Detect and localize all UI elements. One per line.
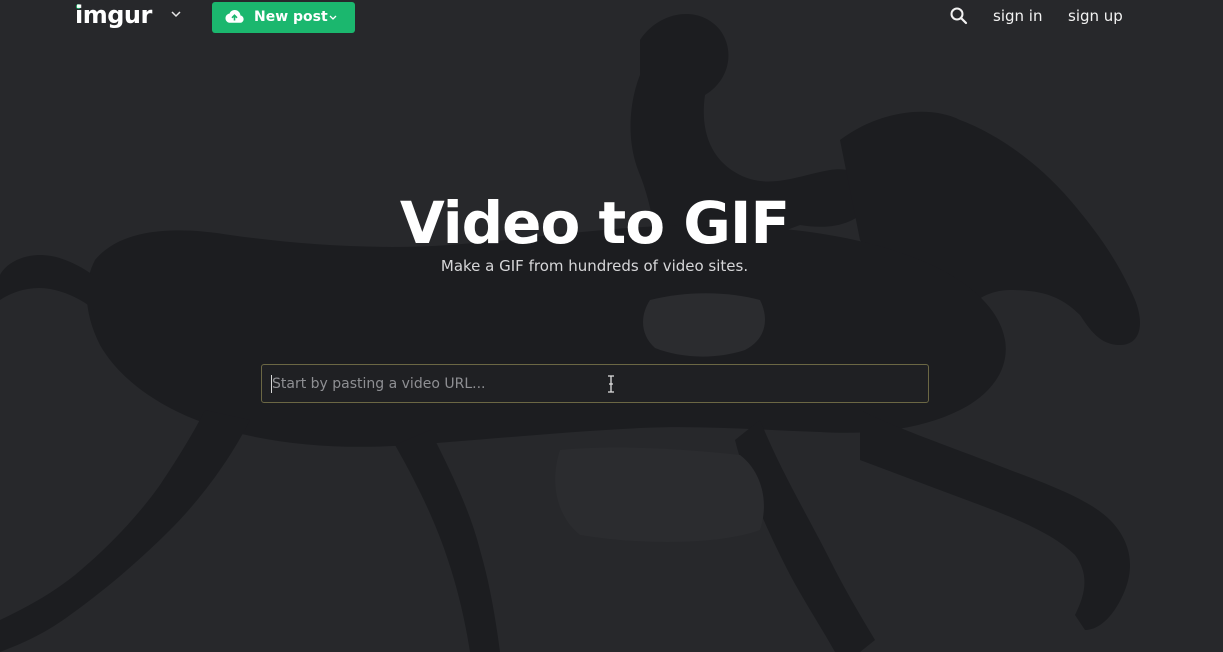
chevron-down-icon[interactable] — [170, 8, 182, 20]
search-icon[interactable] — [949, 6, 969, 26]
sign-up-link[interactable]: sign up — [1068, 6, 1123, 26]
sign-in-link[interactable]: sign in — [993, 6, 1042, 26]
imgur-logo[interactable]: imgur — [75, 0, 152, 30]
new-post-label: New post — [254, 9, 328, 25]
page-title: Video to GIF — [399, 189, 790, 257]
horse-silhouette-background — [0, 0, 1223, 652]
chevron-down-icon — [329, 15, 337, 20]
cloud-upload-icon — [225, 10, 244, 23]
ibeam-cursor-icon — [608, 375, 614, 393]
top-navigation-bar: imgur New post sign in sign up — [0, 0, 1223, 36]
text-cursor — [271, 375, 272, 393]
page-subtitle: Make a GIF from hundreds of video sites. — [440, 257, 749, 275]
video-to-gif-page: imgur New post sign in sign up Video to … — [0, 0, 1223, 652]
new-post-button[interactable]: New post — [212, 2, 355, 33]
video-url-input[interactable] — [261, 364, 929, 403]
